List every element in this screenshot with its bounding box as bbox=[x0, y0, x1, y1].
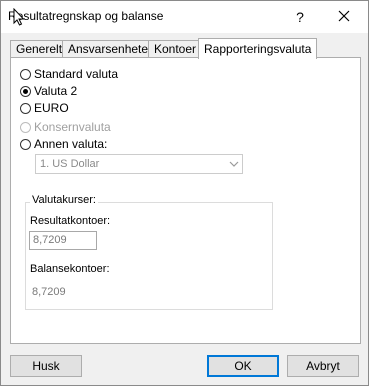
radio-label: EURO bbox=[34, 101, 69, 115]
tab-kontoer[interactable]: Kontoer bbox=[148, 40, 203, 58]
balance-accounts-label: Balansekontoer: bbox=[30, 263, 110, 275]
window-title: Resultatregnskap og balanse bbox=[8, 9, 164, 23]
result-accounts-field: 8,7209 bbox=[29, 231, 97, 250]
tab-panel-rapporteringsvaluta: Standard valuta Valuta 2 EURO Konsernval… bbox=[10, 57, 361, 344]
tab-rapporteringsvaluta[interactable]: Rapporteringsvaluta bbox=[198, 38, 318, 59]
radio-konsernvaluta: Konsernvaluta bbox=[20, 119, 111, 135]
chevron-down-icon bbox=[229, 161, 239, 167]
radio-annen-valuta[interactable]: Annen valuta: bbox=[20, 136, 107, 152]
remember-button[interactable]: Husk bbox=[10, 355, 82, 377]
tab-generelt[interactable]: Generelt bbox=[10, 40, 69, 58]
other-currency-select: 1. US Dollar bbox=[35, 154, 243, 174]
radio-button bbox=[20, 121, 31, 133]
radio-label: Annen valuta: bbox=[34, 137, 108, 151]
tab-ansvarsenheter[interactable]: Ansvarsenheter bbox=[62, 40, 159, 58]
exchange-rates-group: Valutakurser: Resultatkontoer: 8,7209 Ba… bbox=[25, 194, 273, 310]
cancel-button[interactable]: Avbryt bbox=[287, 355, 359, 377]
radio-button[interactable] bbox=[20, 138, 31, 150]
other-currency-value: 1. US Dollar bbox=[40, 158, 100, 170]
radio-label: Valuta 2 bbox=[34, 84, 78, 98]
radio-button[interactable] bbox=[20, 68, 31, 80]
mouse-cursor-icon bbox=[13, 8, 25, 26]
radio-button[interactable] bbox=[20, 102, 31, 114]
balance-accounts-value: 8,7209 bbox=[32, 286, 66, 298]
radio-standard-valuta[interactable]: Standard valuta bbox=[20, 66, 118, 82]
result-accounts-label: Resultatkontoer: bbox=[30, 215, 111, 227]
radio-label: Standard valuta bbox=[34, 67, 119, 81]
radio-button[interactable] bbox=[20, 85, 31, 97]
title-bar[interactable]: Resultatregnskap og balanse ? bbox=[1, 1, 368, 33]
close-icon bbox=[338, 10, 350, 22]
ok-button[interactable]: OK bbox=[207, 355, 279, 377]
radio-label: Konsernvaluta bbox=[34, 120, 111, 134]
close-button[interactable] bbox=[331, 5, 357, 29]
help-button[interactable]: ? bbox=[291, 7, 309, 27]
result-accounts-value: 8,7209 bbox=[33, 234, 67, 246]
radio-euro[interactable]: EURO bbox=[20, 100, 69, 116]
dialog-window: Resultatregnskap og balanse ? Generelt A… bbox=[0, 0, 369, 386]
group-legend: Valutakurser: bbox=[30, 194, 98, 206]
radio-valuta-2[interactable]: Valuta 2 bbox=[20, 83, 77, 99]
